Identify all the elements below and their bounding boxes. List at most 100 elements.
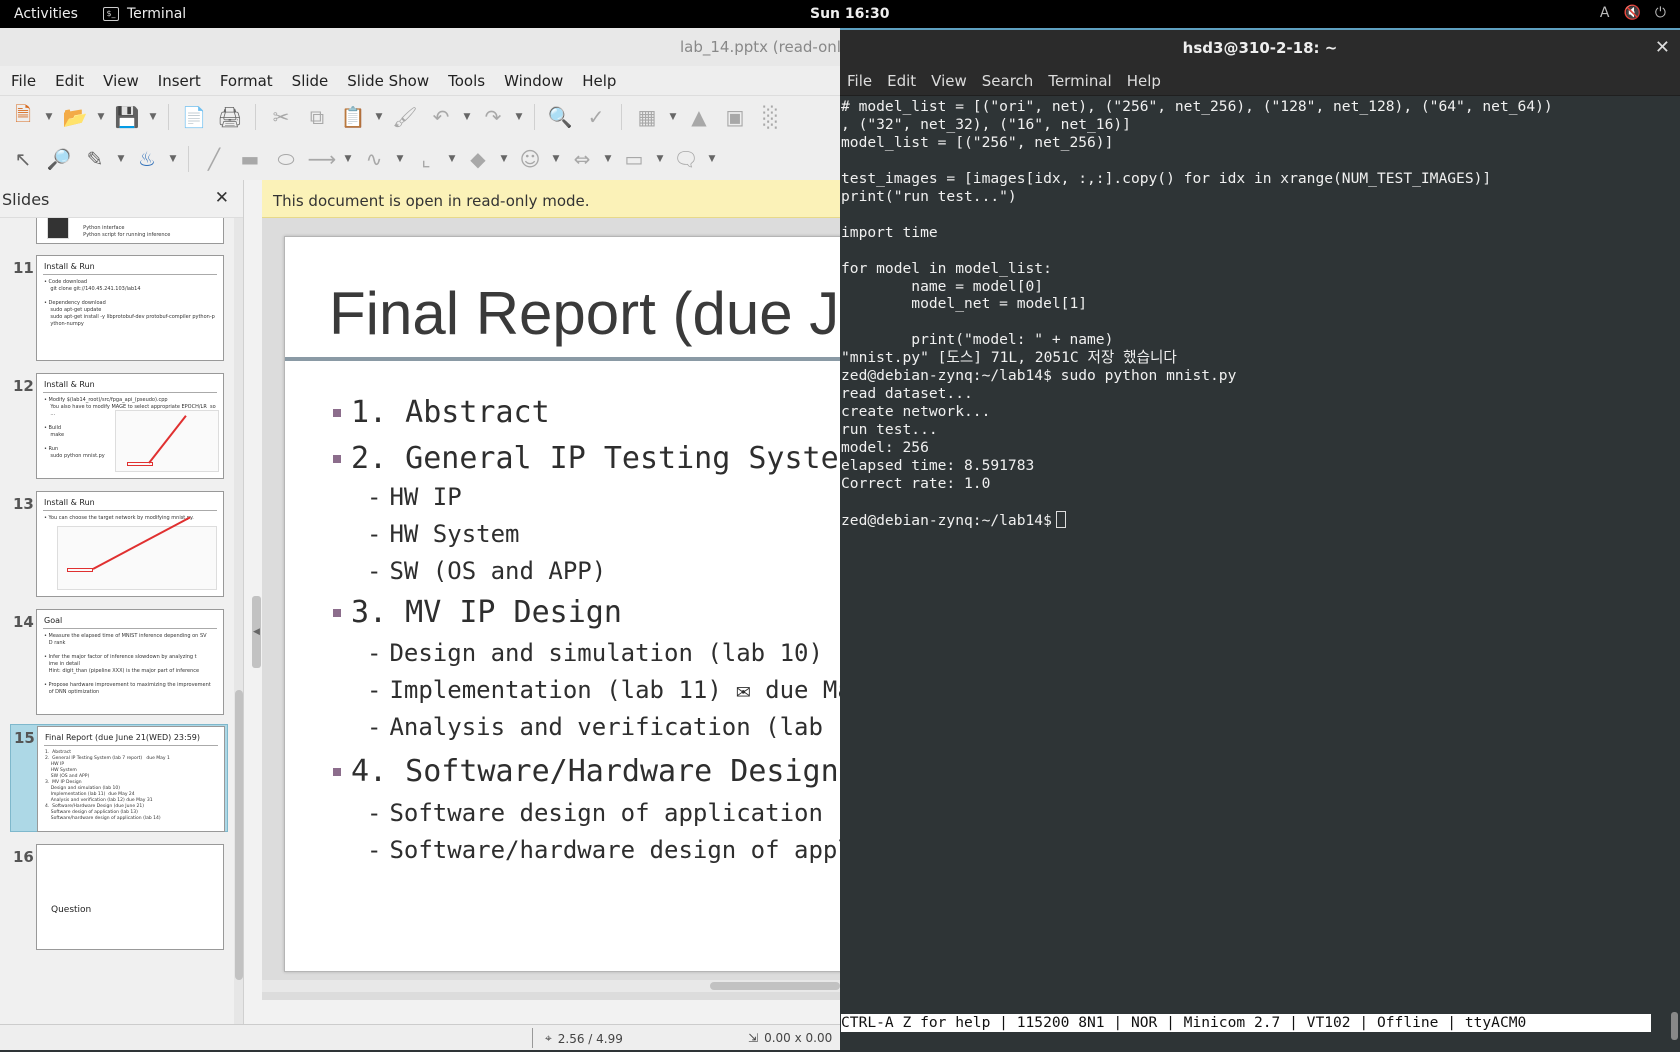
chart-icon[interactable]: ░ xyxy=(756,102,786,132)
cut-icon[interactable]: ✂ xyxy=(266,102,296,132)
curve-tool-icon[interactable]: ∿ xyxy=(359,144,389,174)
close-icon[interactable]: ✕ xyxy=(215,188,229,208)
paste-icon[interactable]: 📋 xyxy=(338,102,368,132)
menu-search[interactable]: Search xyxy=(982,72,1034,90)
slide-thumbnail-12[interactable]: 12 Install & Run • Modify $(lab14_root)/… xyxy=(10,373,228,479)
menu-window[interactable]: Window xyxy=(504,72,563,90)
horizontal-scrollbar[interactable] xyxy=(262,980,840,992)
paste-dropdown-icon[interactable]: ▼ xyxy=(374,112,384,122)
symbol-shapes-icon[interactable]: ☺ xyxy=(515,144,545,174)
system-tray[interactable]: A 🔇 ⏻ xyxy=(1600,5,1666,21)
connector-tool-icon[interactable]: ⌞ xyxy=(411,144,441,174)
speaker-muted-icon[interactable]: 🔇 xyxy=(1623,5,1640,21)
save-icon[interactable]: 💾 xyxy=(112,102,142,132)
block-arrows-dropdown-icon[interactable]: ▼ xyxy=(603,154,613,164)
menu-slide[interactable]: Slide xyxy=(292,72,329,90)
activities-button[interactable]: Activities xyxy=(14,6,78,22)
impress-titlebar[interactable]: lab_14.pptx (read-only) xyxy=(0,28,840,66)
copy-icon[interactable]: ⧉ xyxy=(302,102,332,132)
app-menu[interactable]: $_ Terminal xyxy=(103,6,186,22)
scrollbar-thumb[interactable] xyxy=(235,690,243,980)
slide-thumbnail-16[interactable]: 16 Question xyxy=(10,844,228,950)
keyboard-layout-indicator[interactable]: A xyxy=(1600,5,1610,21)
basic-shapes-icon[interactable]: ◆ xyxy=(463,144,493,174)
save-dropdown-icon[interactable]: ▼ xyxy=(148,112,158,122)
open-dropdown-icon[interactable]: ▼ xyxy=(96,112,106,122)
terminal-output[interactable]: # model_list = [("ori", net), ("256", ne… xyxy=(841,98,1671,978)
undo-dropdown-icon[interactable]: ▼ xyxy=(462,112,472,122)
menu-edit[interactable]: Edit xyxy=(55,72,84,90)
curve-dropdown-icon[interactable]: ▼ xyxy=(395,154,405,164)
slide-number: 14 xyxy=(13,613,34,631)
arrow-lines-dropdown-icon[interactable]: ▼ xyxy=(343,154,353,164)
scrollbar-thumb[interactable] xyxy=(1671,1012,1678,1040)
menu-file[interactable]: File xyxy=(11,72,36,90)
slide-canvas[interactable]: Final Report (due J 1. Abstract 2. Gener… xyxy=(284,236,840,972)
basic-shapes-dropdown-icon[interactable]: ▼ xyxy=(499,154,509,164)
terminal-line: test_images = [images[idx, :,:].copy() f… xyxy=(841,169,1492,187)
export-pdf-icon[interactable]: 📄 xyxy=(179,102,209,132)
select-arrow-icon[interactable]: ↖ xyxy=(8,144,38,174)
fill-color-dropdown-icon[interactable]: ▼ xyxy=(168,154,178,164)
table-dropdown-icon[interactable]: ▼ xyxy=(668,112,678,122)
line-color-dropdown-icon[interactable]: ▼ xyxy=(116,154,126,164)
new-dropdown-icon[interactable]: ▼ xyxy=(44,112,54,122)
block-arrows-icon[interactable]: ⇔ xyxy=(567,144,597,174)
slides-pane-scrollbar[interactable] xyxy=(234,218,243,1050)
symbol-shapes-dropdown-icon[interactable]: ▼ xyxy=(551,154,561,164)
terminal-titlebar[interactable]: hsd3@310-2-18: ~ ✕ xyxy=(840,30,1680,66)
new-document-icon[interactable]: 🗎 xyxy=(8,102,38,132)
menu-help[interactable]: Help xyxy=(1127,72,1161,90)
callouts-icon[interactable]: 🗨 xyxy=(671,144,701,174)
menu-view[interactable]: View xyxy=(931,72,967,90)
fill-color-icon[interactable]: ♨ xyxy=(132,144,162,174)
clock[interactable]: Sun 16:30 xyxy=(810,6,889,22)
sub-bullet-marker: - xyxy=(367,676,382,704)
menu-terminal[interactable]: Terminal xyxy=(1048,72,1111,90)
menu-format[interactable]: Format xyxy=(220,72,273,90)
rectangle-tool-icon[interactable]: ▬ xyxy=(235,144,265,174)
toolbar-separator xyxy=(621,104,622,130)
slide-thumbnail-15[interactable]: 15 Final Report (due June 21(WED) 23:59)… xyxy=(10,724,228,832)
sidebar-collapse-handle[interactable]: ◀ xyxy=(252,596,261,668)
open-folder-icon[interactable]: 📂 xyxy=(60,102,90,132)
terminal-prompt-line[interactable]: zed@debian-zynq:~/lab14$ xyxy=(841,510,1671,530)
menu-slide-show[interactable]: Slide Show xyxy=(347,72,429,90)
menu-help[interactable]: Help xyxy=(582,72,616,90)
terminal-scrollbar[interactable] xyxy=(1668,98,1680,1052)
menu-view[interactable]: View xyxy=(103,72,139,90)
image-icon[interactable]: ▣ xyxy=(720,102,750,132)
line-color-icon[interactable]: ✎ xyxy=(80,144,110,174)
redo-icon[interactable]: ↷ xyxy=(478,102,508,132)
clone-formatting-icon[interactable]: 🖌 xyxy=(390,102,420,132)
connector-dropdown-icon[interactable]: ▼ xyxy=(447,154,457,164)
flowchart-dropdown-icon[interactable]: ▼ xyxy=(655,154,665,164)
find-replace-icon[interactable]: 🔍 xyxy=(545,102,575,132)
ellipse-tool-icon[interactable]: ⬭ xyxy=(271,144,301,174)
menu-file[interactable]: File xyxy=(847,72,872,90)
slide-thumbnail-13[interactable]: 13 Install & Run • You can choose the ta… xyxy=(10,491,228,597)
slide-title[interactable]: Final Report (due J xyxy=(329,279,839,348)
power-icon[interactable]: ⏻ xyxy=(1655,5,1666,21)
arrow-lines-icon[interactable]: ⟶ xyxy=(307,144,337,174)
close-icon[interactable]: ✕ xyxy=(1655,37,1670,58)
line-tool-icon[interactable]: ╱ xyxy=(199,144,229,174)
menu-tools[interactable]: Tools xyxy=(448,72,485,90)
redo-dropdown-icon[interactable]: ▼ xyxy=(514,112,524,122)
scrollbar-thumb[interactable] xyxy=(710,982,840,990)
menu-insert[interactable]: Insert xyxy=(158,72,201,90)
menu-edit[interactable]: Edit xyxy=(887,72,916,90)
spelling-icon[interactable]: ✓ xyxy=(581,102,611,132)
shapes-icon[interactable]: ▲ xyxy=(684,102,714,132)
undo-icon[interactable]: ↶ xyxy=(426,102,456,132)
print-icon[interactable]: 🖨 xyxy=(215,102,245,132)
flowchart-icon[interactable]: ▭ xyxy=(619,144,649,174)
slide-thumbnail-10[interactable]: Python interface Python script for runni… xyxy=(10,218,228,244)
slide-thumbnail-14[interactable]: 14 Goal • Measure the elapsed time of MN… xyxy=(10,609,228,715)
table-icon[interactable]: ▦ xyxy=(632,102,662,132)
slide-preview-text: Question xyxy=(51,905,92,915)
zoom-pan-icon[interactable]: 🔎 xyxy=(44,144,74,174)
slide-thumbnail-11[interactable]: 11 Install & Run • Code download git clo… xyxy=(10,255,228,361)
callouts-dropdown-icon[interactable]: ▼ xyxy=(707,154,717,164)
